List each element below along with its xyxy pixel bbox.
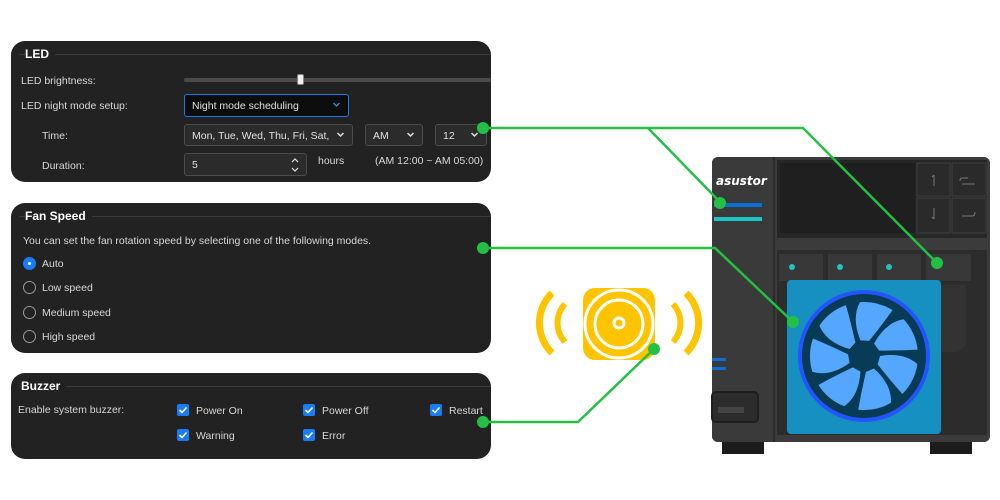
checkbox-checked[interactable] <box>430 404 442 416</box>
fan-speed-panel: Fan Speed You can set the fan rotation s… <box>11 203 491 353</box>
usb-port <box>711 391 759 423</box>
drive-led <box>886 264 892 270</box>
radio-button-selected[interactable] <box>23 257 36 270</box>
time-hour-select[interactable]: 12 <box>435 124 487 146</box>
checkbox-label: Warning <box>196 430 235 442</box>
checkbox-checked[interactable] <box>303 404 315 416</box>
drive-bay-4 <box>926 254 971 281</box>
time-ampm-select[interactable]: AM <box>365 124 423 146</box>
fan-option-label: Low speed <box>42 282 93 294</box>
device-body <box>712 157 990 442</box>
checkbox-label: Error <box>322 430 346 442</box>
brand-logo: asustor <box>716 174 768 188</box>
checkbox-checked[interactable] <box>177 429 189 441</box>
status-led <box>712 358 726 361</box>
led-brightness-slider-track[interactable] <box>184 78 491 82</box>
radio-button[interactable] <box>23 330 36 343</box>
chevron-down-icon <box>332 100 341 109</box>
callout-lines <box>483 126 938 424</box>
duration-unit: hours <box>318 155 345 167</box>
time-days-select[interactable]: Mon, Tue, Wed, Thu, Fri, Sat, <box>184 124 353 146</box>
panel-divider <box>19 386 491 387</box>
drive-bay-2 <box>828 254 872 281</box>
enable-buzzer-label: Enable system buzzer: <box>18 404 125 416</box>
time-label: Time: <box>42 130 68 142</box>
checkbox-checked[interactable] <box>177 404 189 416</box>
callout-dot <box>714 197 726 209</box>
panel-divider <box>19 54 491 55</box>
panel-title: LED <box>25 47 55 61</box>
chevron-down-icon <box>336 130 345 139</box>
drive-bay-3 <box>877 254 921 281</box>
fan-blade <box>819 305 856 350</box>
duration-range: (AM 12:00 ~ AM 05:00) <box>375 155 484 167</box>
checkbox-label: Power Off <box>322 405 369 417</box>
fan-blade <box>818 367 861 407</box>
led-brightness-label: LED brightness: <box>21 75 96 87</box>
lcd-screen <box>780 163 915 233</box>
panel-title: Buzzer <box>21 379 67 393</box>
led-night-mode-label: LED night mode setup: <box>21 100 128 112</box>
panel-title: Fan Speed <box>25 209 92 223</box>
device-foot <box>722 440 764 454</box>
radio-button[interactable] <box>23 281 36 294</box>
drive-bay-1 <box>779 254 823 281</box>
status-led <box>712 367 726 370</box>
callout-line-buzzer <box>483 347 656 424</box>
fan-icon <box>798 290 930 422</box>
callout-dots <box>477 122 943 428</box>
drive-led <box>789 264 795 270</box>
duration-label: Duration: <box>42 160 85 172</box>
callout-line-fan <box>483 246 794 323</box>
chevron-down-icon <box>406 130 415 139</box>
speaker-icon <box>535 288 703 360</box>
night-mode-select-value: Night mode scheduling <box>192 100 299 112</box>
duration-stepper[interactable]: 5 <box>184 153 307 176</box>
callout-dot <box>931 257 943 269</box>
callout-dot <box>648 343 660 355</box>
radio-button[interactable] <box>23 306 36 319</box>
fan-option-label: Medium speed <box>42 307 111 319</box>
time-days-select-value: Mon, Tue, Wed, Thu, Fri, Sat, <box>192 130 330 142</box>
fan-highlight <box>787 280 941 434</box>
duration-value: 5 <box>192 159 198 171</box>
fan-blade <box>855 301 893 341</box>
lcd-back-button <box>951 162 987 197</box>
device-foot <box>930 440 972 454</box>
time-ampm-select-value: AM <box>373 130 389 142</box>
fan-blade <box>810 338 850 374</box>
spinner-arrows-icon[interactable] <box>291 156 299 174</box>
time-hour-select-value: 12 <box>443 130 455 142</box>
lcd-down-button <box>916 197 951 234</box>
led-indicator-cyan <box>714 217 762 221</box>
drive-led <box>837 264 843 270</box>
fan-description: You can set the fan rotation speed by se… <box>23 235 372 247</box>
fan-option-label: High speed <box>42 331 96 343</box>
fan-blade <box>877 355 918 394</box>
checkbox-label: Restart <box>449 405 483 417</box>
led-brightness-slider-thumb[interactable] <box>296 74 304 85</box>
callout-line-led-panel <box>483 126 938 264</box>
led-indicator-blue <box>714 203 762 207</box>
lcd-up-button <box>916 162 951 197</box>
fan-blade <box>873 319 918 351</box>
nas-device: asustor <box>711 157 990 454</box>
callout-dot <box>787 316 799 328</box>
checkbox-checked[interactable] <box>303 429 315 441</box>
led-settings-panel: LED LED brightness: LED night mode setup… <box>11 41 491 182</box>
fan-blade <box>858 368 892 410</box>
night-mode-select[interactable]: Night mode scheduling <box>184 94 349 117</box>
chevron-down-icon <box>470 130 479 139</box>
buzzer-panel: Buzzer Enable system buzzer: Power On Po… <box>11 373 491 459</box>
fan-option-label: Auto <box>42 258 64 270</box>
lcd-enter-button <box>951 197 987 234</box>
checkbox-label: Power On <box>196 405 243 417</box>
callout-line-led-indicator <box>647 127 721 203</box>
